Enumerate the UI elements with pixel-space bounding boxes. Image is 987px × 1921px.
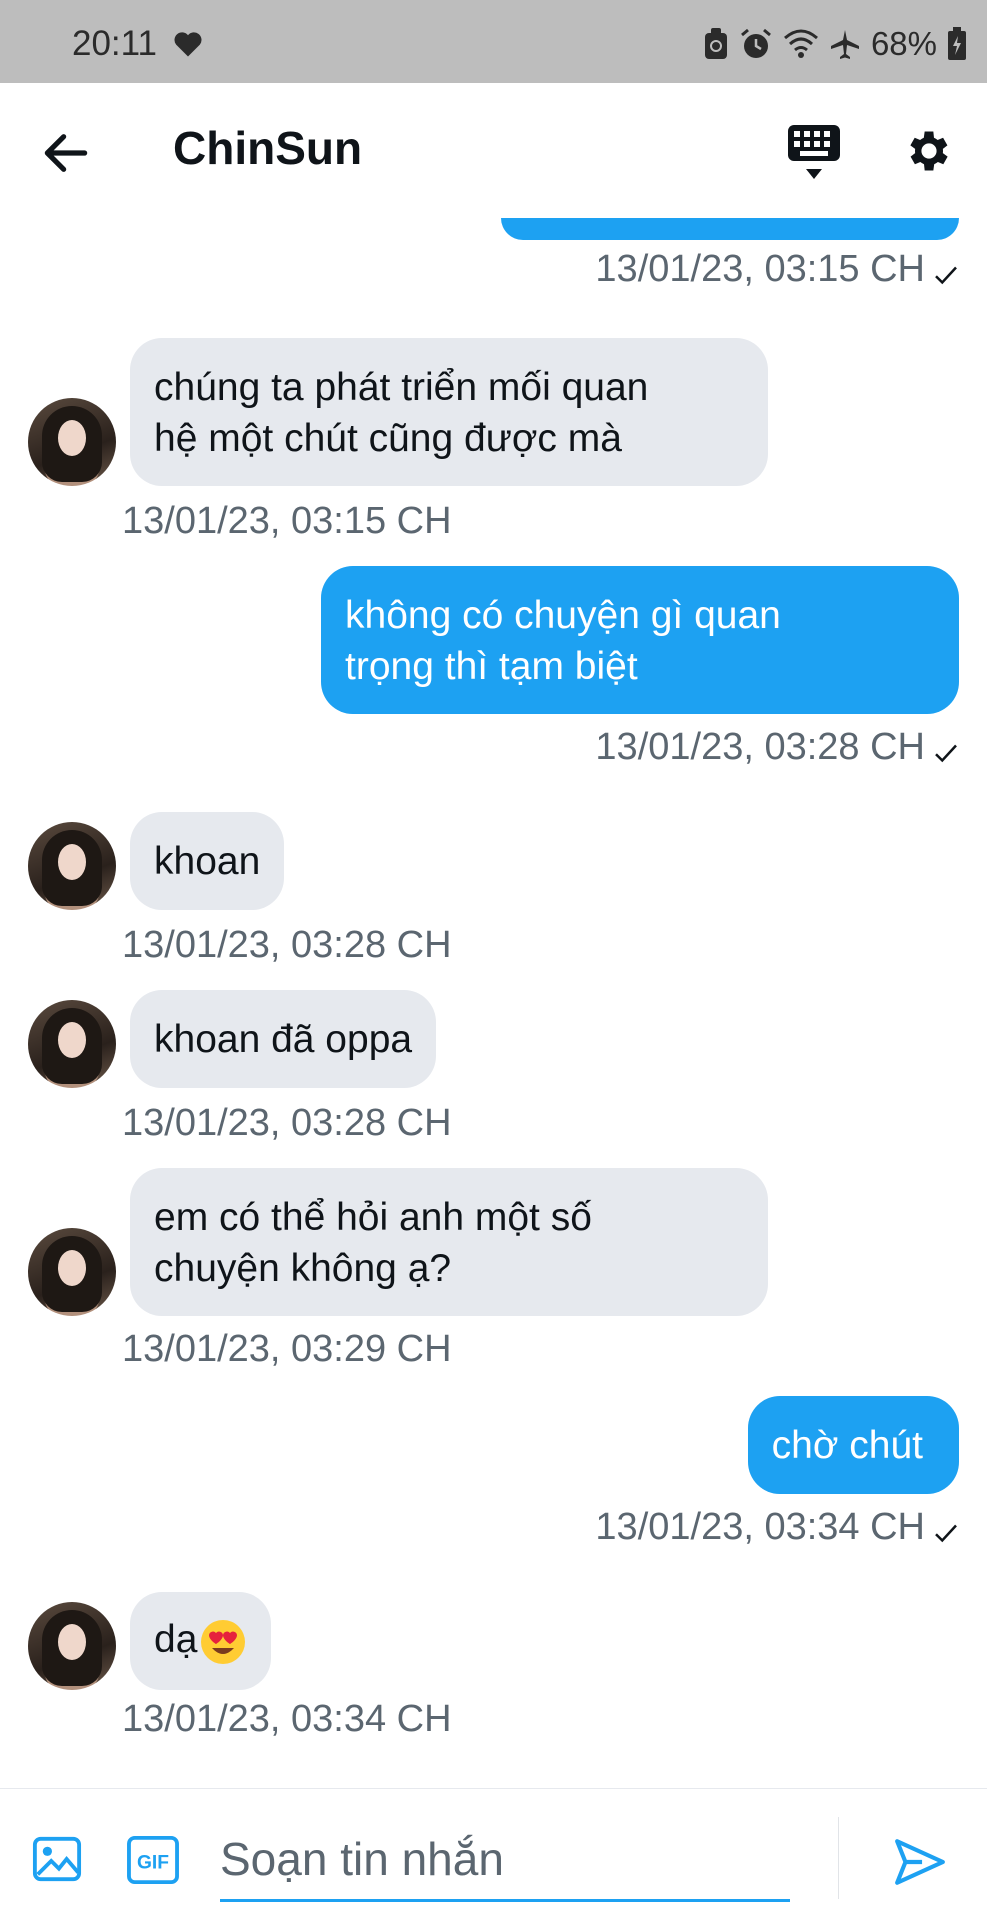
message-bubble-incoming[interactable]: dạ [130, 1592, 272, 1690]
message-text-line: hệ một chút cũng được mà [154, 417, 622, 460]
message-text-line: không có chuyện gì quan [345, 594, 781, 637]
message-bubble-incoming[interactable]: khoan [130, 812, 285, 910]
arrow-left-icon[interactable] [38, 125, 94, 181]
image-icon[interactable] [32, 1835, 82, 1883]
message-bubble-incoming[interactable]: em có thể hỏi anh một số chuyện không ạ? [130, 1168, 768, 1316]
message-text-line: trọng thì tạm biệt [345, 645, 638, 688]
gear-icon[interactable] [903, 125, 955, 177]
battery-percent: 68% [870, 25, 937, 62]
avatar[interactable] [28, 1000, 116, 1088]
check-icon [935, 744, 957, 763]
airplane-icon [830, 30, 859, 59]
avatar[interactable] [28, 822, 116, 910]
message-text-line: chuyện không ạ? [154, 1247, 452, 1290]
message-bubble-incoming[interactable]: khoan đã oppa [130, 990, 437, 1088]
gif-icon[interactable]: GIF [126, 1835, 180, 1885]
heart-eyes-emoji-icon [201, 1619, 246, 1664]
message-text-line: em có thể hỏi anh một số [154, 1196, 592, 1239]
message-timestamp: 13/01/23, 03:34 CH [595, 1506, 925, 1548]
message-text: chờ chút [771, 1424, 923, 1467]
wifi-icon [783, 29, 818, 58]
heart-icon [174, 32, 202, 57]
message-bubble-outgoing[interactable] [501, 218, 959, 240]
alarm-icon [740, 28, 771, 58]
gif-label: GIF [137, 1853, 169, 1874]
status-icons: 68% [703, 25, 967, 62]
message-timestamp: 13/01/23, 03:34 CH [122, 1698, 452, 1740]
conversation-title: ChinSun [173, 122, 363, 174]
avatar[interactable] [28, 398, 116, 486]
message-input[interactable] [220, 1819, 790, 1902]
message-text-line: chúng ta phát triển mối quan [154, 366, 649, 409]
message-timestamp: 13/01/23, 03:15 CH [595, 248, 925, 290]
message-bubble-outgoing[interactable]: chờ chút [747, 1396, 959, 1494]
message-timestamp: 13/01/23, 03:28 CH [122, 924, 452, 966]
message-timestamp: 13/01/23, 03:29 CH [122, 1328, 452, 1370]
avatar[interactable] [28, 1602, 116, 1690]
message-text: khoan đã oppa [154, 1018, 413, 1061]
message-timestamp: 13/01/23, 03:15 CH [122, 500, 452, 542]
chat-header: ChinSun [0, 83, 987, 218]
status-time: 20:11 [72, 24, 157, 63]
composer-bar: GIF [0, 1788, 987, 1921]
lock-icon [704, 28, 727, 59]
message-text: khoan [154, 840, 261, 883]
check-icon [935, 266, 957, 285]
message-bubble-outgoing[interactable]: không có chuyện gì quan trọng thì tạm bi… [321, 566, 959, 714]
message-text: dạ [154, 1618, 198, 1661]
message-list[interactable]: 13/01/23, 03:15 CH chúng ta phát triển m… [0, 218, 987, 1788]
message-timestamp: 13/01/23, 03:28 CH [122, 1102, 452, 1144]
check-icon [935, 1524, 957, 1543]
battery-icon [948, 27, 966, 60]
avatar[interactable] [28, 1228, 116, 1316]
keyboard-icon[interactable] [786, 123, 842, 183]
send-icon[interactable] [893, 1837, 947, 1887]
message-bubble-incoming[interactable]: chúng ta phát triển mối quan hệ một chút… [130, 338, 768, 486]
status-bar: 20:11 68% [0, 0, 987, 83]
divider [838, 1817, 839, 1899]
message-timestamp: 13/01/23, 03:28 CH [595, 726, 925, 768]
